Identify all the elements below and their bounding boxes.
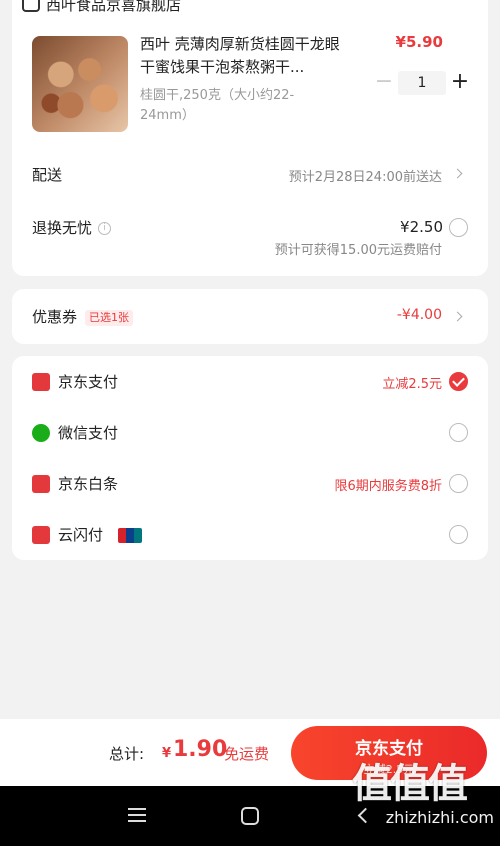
- payment-method-label[interactable]: 京东支付: [58, 371, 118, 392]
- unionpay-quickpass-icon: [32, 526, 50, 544]
- watermark-url: zhizhizhi.com: [385, 808, 494, 827]
- coupon-text: 优惠券: [32, 308, 78, 326]
- home-icon[interactable]: [241, 807, 259, 825]
- return-insurance-text: 退换无忧: [32, 219, 93, 237]
- coupon-selected-badge: 已选1张: [85, 309, 134, 326]
- shop-header[interactable]: 西叶食品京喜旗舰店: [22, 0, 181, 15]
- info-icon[interactable]: i: [98, 222, 112, 235]
- payment-radio-jd-pay[interactable]: [449, 372, 468, 391]
- product-title[interactable]: 西叶 壳薄肉厚新货桂圆干龙眼干蜜饯果干泡茶熬粥干...: [140, 33, 350, 79]
- coupon-label: 优惠券 已选1张: [32, 306, 134, 327]
- unionpay-icon: [118, 528, 142, 543]
- jd-baitiao-icon: [32, 475, 50, 493]
- decrease-quantity-button[interactable]: −: [372, 71, 396, 95]
- coupon-value: -¥4.00: [396, 307, 442, 323]
- recent-apps-icon[interactable]: [128, 808, 146, 822]
- watermark: 值值值 zhizhizhi.com: [352, 762, 494, 827]
- payment-radio-wechat[interactable]: [449, 423, 468, 442]
- product-spec: 桂圆干,250克（大小约22-24mm）: [140, 88, 295, 123]
- payment-radio-baitiao[interactable]: [449, 474, 468, 493]
- payment-method-label[interactable]: 云闪付: [58, 524, 103, 545]
- total-currency: ¥: [162, 746, 172, 761]
- product-thumbnail[interactable]: [32, 36, 128, 132]
- total-amount: 1.90: [173, 737, 228, 762]
- quantity-stepper: − 1 +: [372, 71, 472, 95]
- pay-button-label: 京东支付: [355, 739, 423, 759]
- return-insurance-radio[interactable]: [449, 218, 468, 237]
- payment-radio-unionpay[interactable]: [449, 525, 468, 544]
- free-shipping-label: 免运费: [224, 745, 270, 763]
- total-label: 总计:: [109, 745, 145, 763]
- increase-quantity-button[interactable]: +: [448, 71, 472, 95]
- return-insurance-note: 预计可获得15.00元运费赔付: [274, 243, 442, 258]
- product-price: ¥5.90: [395, 33, 443, 51]
- watermark-logo: 值值值: [352, 761, 468, 807]
- payment-method-label[interactable]: 微信支付: [58, 422, 118, 443]
- wechat-pay-icon: [32, 424, 50, 442]
- delivery-label: 配送: [32, 166, 63, 184]
- jd-pay-icon: [32, 373, 50, 391]
- quantity-input[interactable]: 1: [398, 71, 446, 95]
- delivery-value[interactable]: 预计2月28日24:00前送达: [289, 166, 442, 185]
- payment-method-promo: 立减2.5元: [382, 377, 442, 392]
- shop-name: 西叶食品京喜旗舰店: [46, 0, 182, 14]
- return-insurance-label: 退换无忧 i: [32, 217, 112, 238]
- payment-method-label[interactable]: 京东白条: [58, 473, 118, 494]
- payment-method-promo: 限6期内服务费8折: [334, 479, 442, 494]
- store-icon: [22, 0, 40, 12]
- return-insurance-price: ¥2.50: [400, 218, 443, 236]
